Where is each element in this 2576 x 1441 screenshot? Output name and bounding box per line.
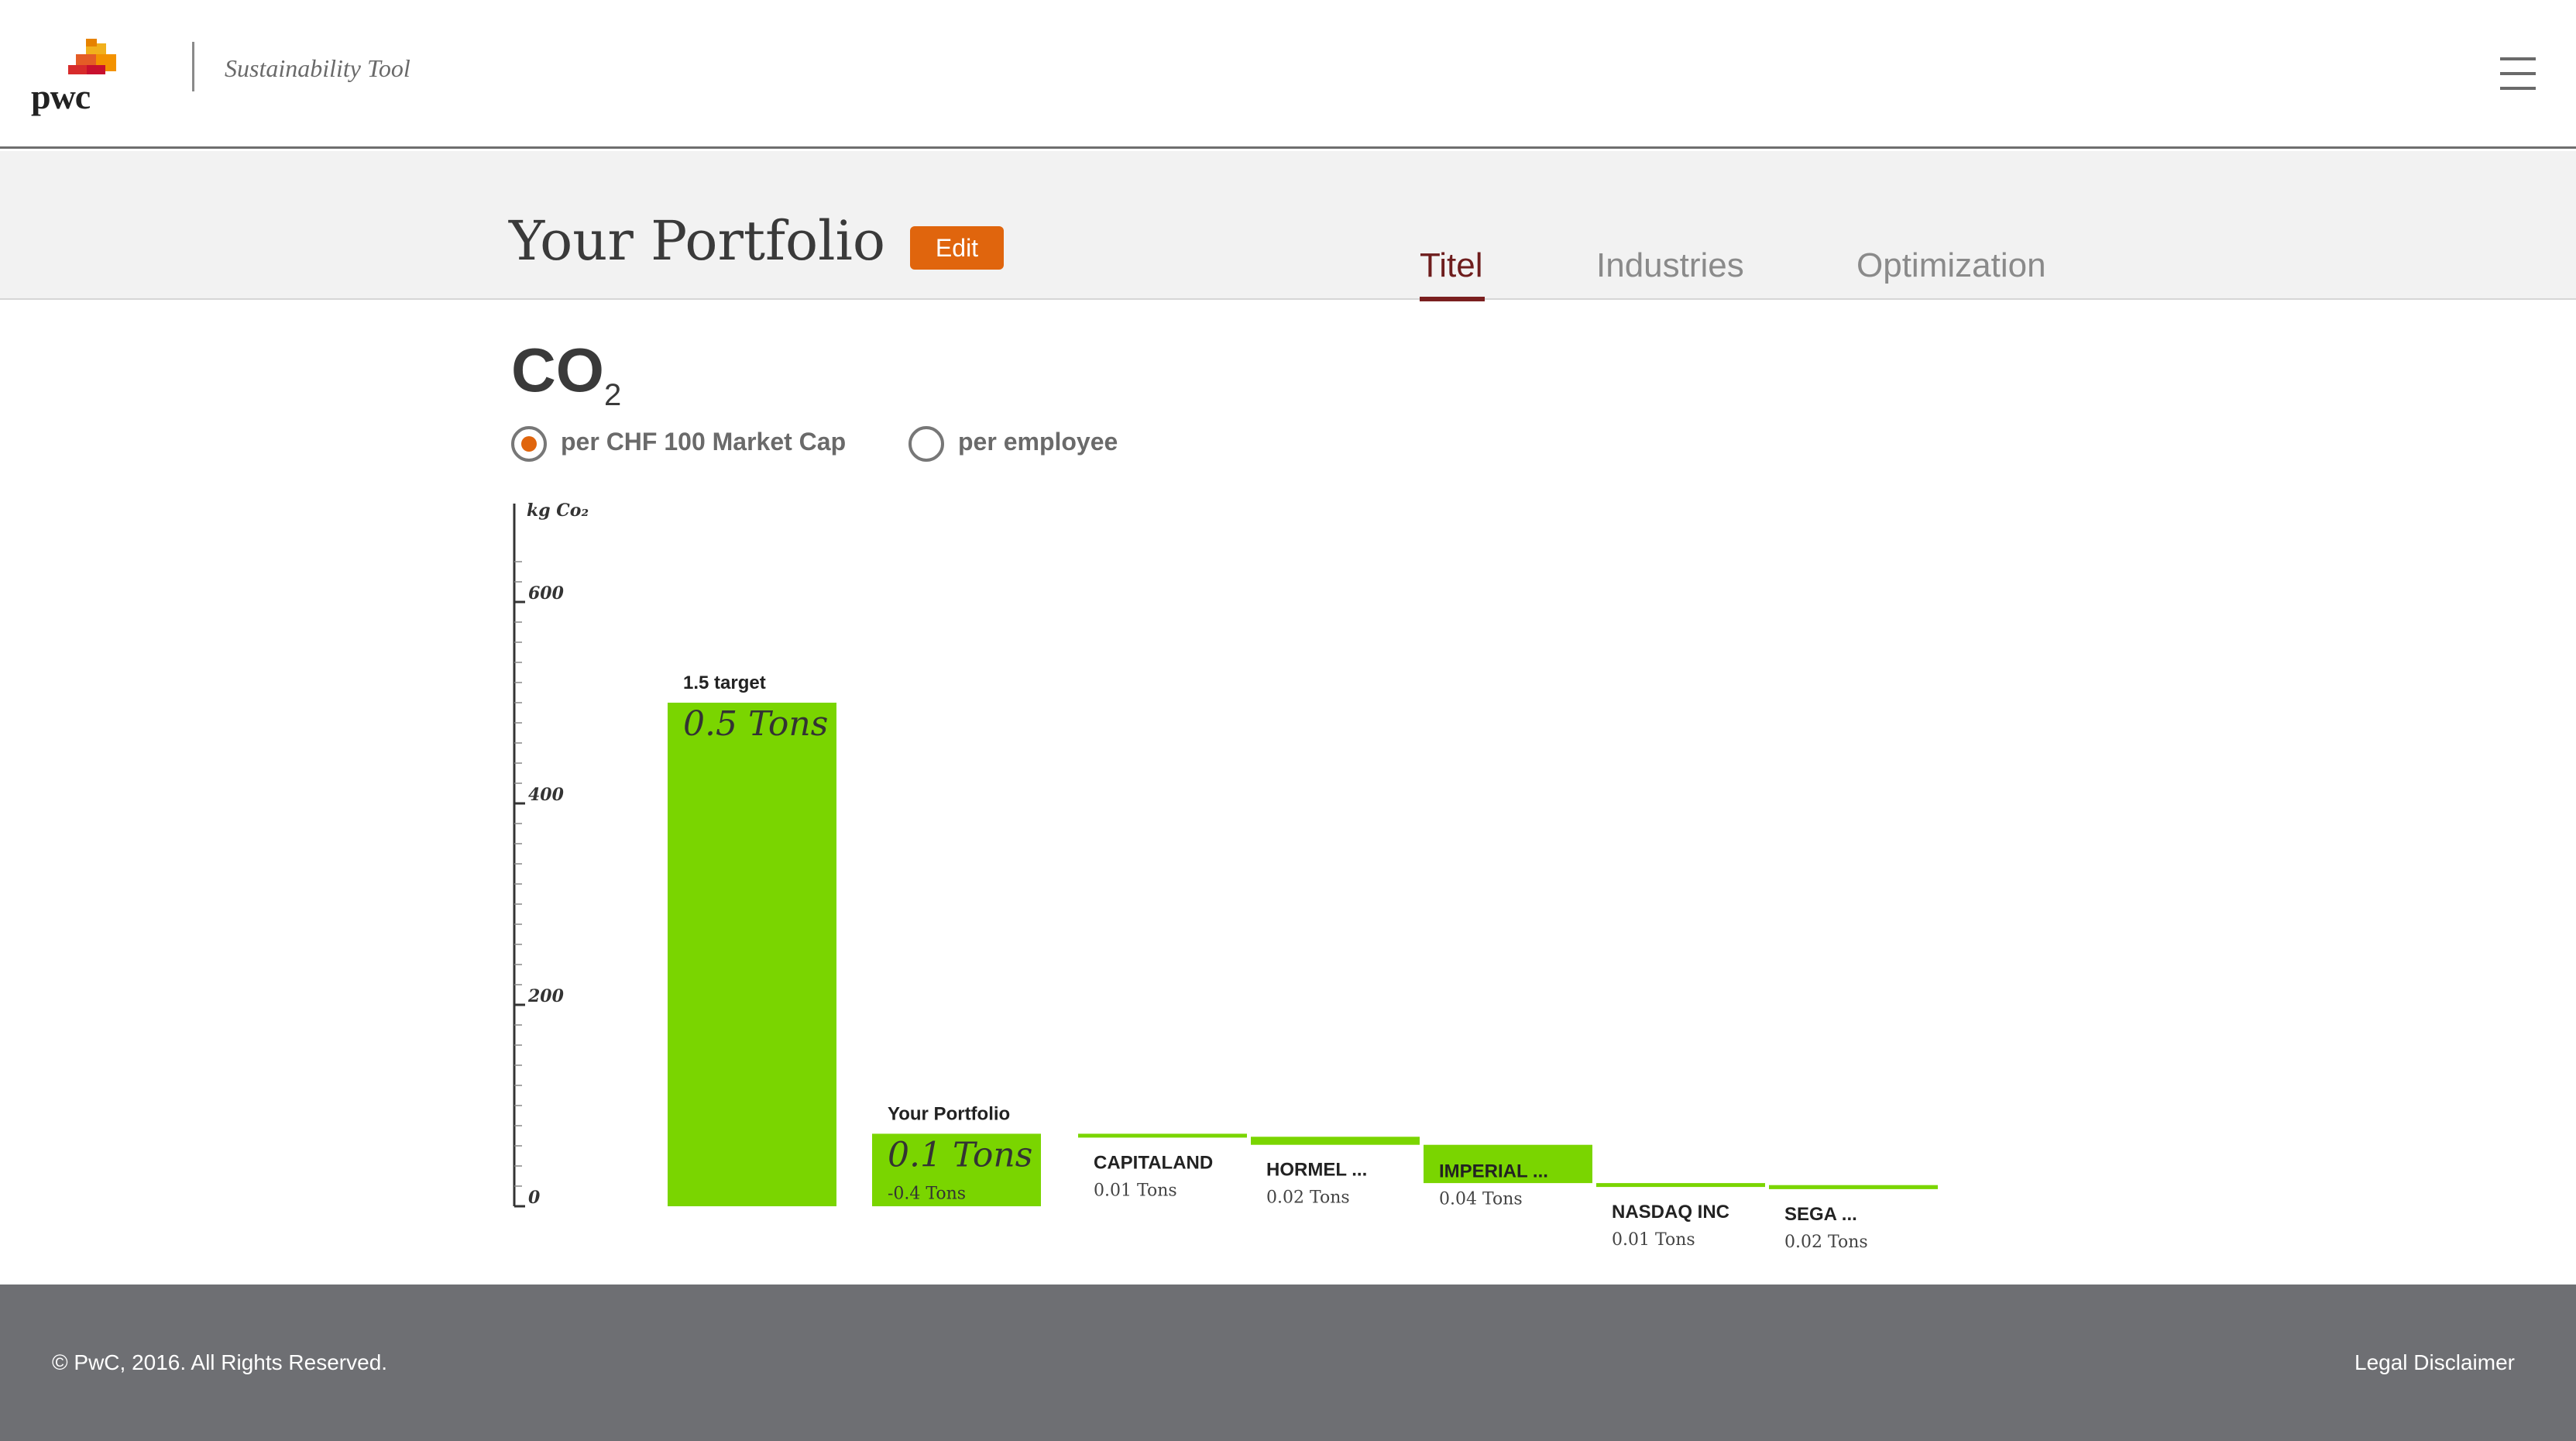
holding-bar (1078, 1133, 1247, 1138)
holding-bar-name: IMPERIAL ... (1439, 1161, 1548, 1182)
holding-bar (1769, 1185, 1938, 1189)
target-bar (668, 703, 836, 1206)
co2-bar-chart: kg Co₂ 0 200 400 600 1.5 target 0.5 Tons Your P… (513, 500, 1938, 1252)
holding-bar-name: HORMEL ... (1266, 1160, 1367, 1181)
holding-bar-value: 0.01 Tons (1094, 1181, 1177, 1200)
portfolio-bar-value: 0.1 Tons (888, 1135, 1032, 1174)
holding-bar (1596, 1183, 1765, 1188)
target-bar-value: 0.5 Tons (683, 704, 828, 744)
portfolio-bar-delta: -0.4 Tons (888, 1184, 966, 1203)
target-bar-name: 1.5 target (683, 672, 766, 693)
y-tick-label: 0 (528, 1188, 541, 1208)
holding-bar-name: SEGA ... (1784, 1204, 1857, 1225)
holding-bar-name: CAPITALAND (1094, 1152, 1213, 1173)
holding-bar-name: NASDAQ INC (1612, 1202, 1729, 1223)
y-axis-label: kg Co₂ (527, 500, 589, 521)
holding-bar (1251, 1137, 1420, 1145)
copyright-text: © PwC, 2016. All Rights Reserved. (52, 1350, 388, 1374)
legal-disclaimer-link[interactable]: Legal Disclaimer (2354, 1350, 2515, 1375)
holding-bar-value: 0.01 Tons (1612, 1230, 1695, 1250)
y-tick-label: 400 (528, 785, 565, 805)
portfolio-bar-name: Your Portfolio (888, 1103, 1010, 1124)
y-tick-label: 600 (528, 583, 565, 604)
holding-bar-value: 0.02 Tons (1266, 1188, 1350, 1208)
holding-bar-value: 0.04 Tons (1439, 1190, 1523, 1209)
holding-bar-value: 0.02 Tons (1784, 1233, 1868, 1252)
y-tick-label: 200 (527, 986, 565, 1006)
